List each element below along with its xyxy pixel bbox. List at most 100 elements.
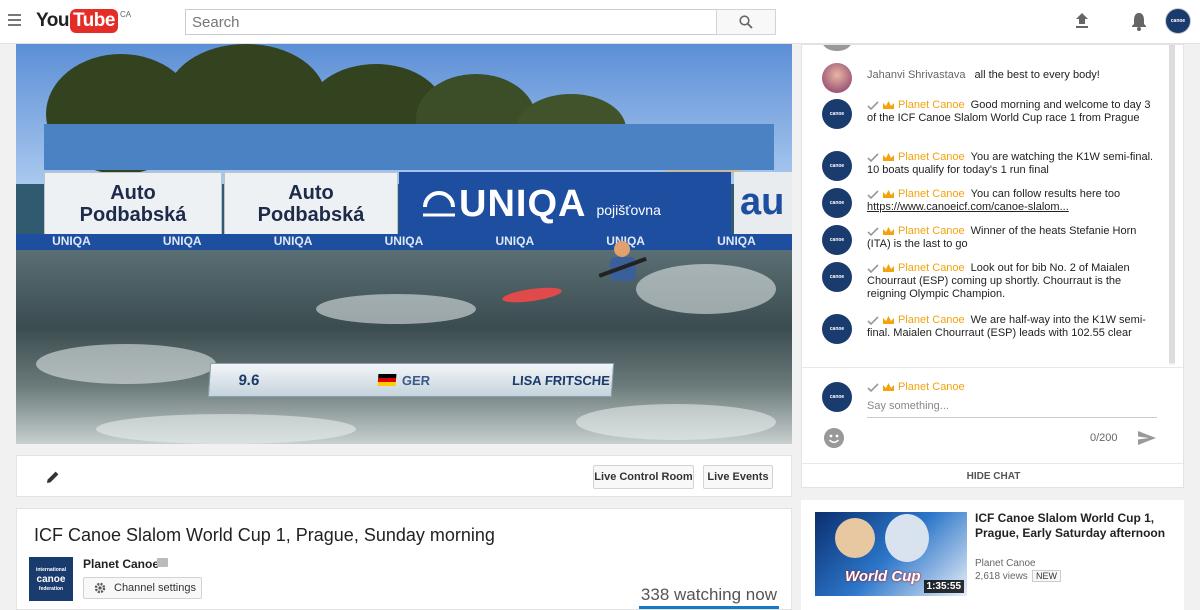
logo-tube-text: Tube xyxy=(69,9,118,33)
chat-scrollbar[interactable] xyxy=(1169,45,1175,365)
strip-text: UNIQA xyxy=(495,234,535,248)
chat-author[interactable]: Planet Canoe xyxy=(898,151,965,163)
gear-icon xyxy=(94,582,106,594)
strip-text: UNIQA xyxy=(717,234,756,248)
search-icon xyxy=(739,15,753,29)
crown-icon xyxy=(883,383,894,392)
channel-name[interactable]: Planet Canoe xyxy=(83,557,159,571)
related-channel[interactable]: Planet Canoe xyxy=(975,558,1036,569)
related-thumbnail[interactable]: World Cup 1:35:55 xyxy=(815,512,967,596)
chat-author[interactable]: Planet Canoe xyxy=(898,188,965,200)
chat-author[interactable]: Planet Canoe xyxy=(898,225,965,237)
emoji-icon[interactable] xyxy=(824,428,844,448)
watching-count: 338 watching now xyxy=(640,585,777,604)
channel-avatar[interactable]: international canoe federation xyxy=(29,557,73,601)
channel-settings-button[interactable]: Channel settings xyxy=(83,577,202,599)
check-icon xyxy=(867,227,879,236)
ad-board-1: Auto Podbabská xyxy=(44,172,222,236)
crown-icon xyxy=(883,101,894,110)
strip-text: UNIQA xyxy=(162,234,202,248)
menu-icon[interactable] xyxy=(8,14,21,26)
overlay-athlete: LISA FRITSCHE xyxy=(511,372,611,388)
crown-icon xyxy=(883,190,894,199)
video-info-card: ICF Canoe Slalom World Cup 1, Prague, Su… xyxy=(16,508,792,610)
search-input[interactable] xyxy=(185,9,717,35)
uniqa-strip: UNIQA UNIQA UNIQA UNIQA UNIQA UNIQA UNIQ… xyxy=(16,234,792,250)
check-icon xyxy=(867,190,879,199)
my-chat-avatar: canoe xyxy=(822,382,852,412)
crown-icon xyxy=(883,316,894,325)
strip-text: UNIQA xyxy=(273,234,313,248)
hide-chat-button[interactable]: HIDE CHAT xyxy=(802,463,1183,487)
race-overlay: 9.6 GER LISA FRITSCHE xyxy=(207,363,615,397)
input-author: Planet Canoe xyxy=(867,381,965,393)
channel-avatar-line: canoe xyxy=(36,573,66,585)
verified-icon xyxy=(157,558,168,567)
chat-author[interactable]: Planet Canoe xyxy=(898,314,965,326)
chat-avatar[interactable]: canoe xyxy=(822,99,852,129)
ad-board-uniqa: UNIQA pojišťovna xyxy=(399,172,731,236)
strip-text: UNIQA xyxy=(384,234,424,248)
check-icon xyxy=(867,101,879,110)
ad-board-2-text: Auto Podbabská xyxy=(257,182,365,226)
overlay-time: 9.6 xyxy=(237,371,261,389)
related-video[interactable]: World Cup 1:35:55 ICF Canoe Slalom World… xyxy=(801,500,1184,610)
youtube-logo[interactable]: You Tube CA xyxy=(36,9,131,33)
watching-underline xyxy=(639,606,779,609)
input-author-name: Planet Canoe xyxy=(898,381,965,393)
strip-text: UNIQA xyxy=(52,234,91,248)
crown-icon xyxy=(883,264,894,273)
account-avatar[interactable]: canoe xyxy=(1165,8,1191,34)
char-count: 0/200 xyxy=(1090,432,1118,444)
pencil-icon[interactable] xyxy=(45,469,61,485)
related-views: 2,618 views xyxy=(975,571,1028,582)
germany-flag-icon xyxy=(377,374,397,386)
ad-board-partial: au xyxy=(734,172,792,236)
check-icon xyxy=(867,383,879,392)
upload-icon[interactable] xyxy=(1074,12,1090,30)
live-events-button[interactable]: Live Events xyxy=(703,465,773,489)
search-button[interactable] xyxy=(716,9,776,35)
live-control-room-button[interactable]: Live Control Room xyxy=(593,465,694,489)
chat-link[interactable]: https://www.canoeicf.com/canoe-slalom... xyxy=(867,201,1069,213)
chat-avatar[interactable] xyxy=(822,63,852,93)
chat-avatar[interactable]: canoe xyxy=(822,151,852,181)
chat-avatar[interactable]: canoe xyxy=(822,188,852,218)
uniqa-word: UNIQA xyxy=(459,182,587,225)
chat-text: You can follow results here too xyxy=(970,188,1121,200)
ad-board-2: Auto Podbabská xyxy=(224,172,398,236)
masthead: You Tube CA canoe xyxy=(0,0,1200,44)
video-player[interactable]: Auto Podbabská Auto Podbabská UNIQA poji… xyxy=(16,44,792,444)
video-duration: 1:35:55 xyxy=(923,580,964,593)
ad-board-partial-text: au xyxy=(740,181,785,223)
check-icon xyxy=(867,153,879,162)
chat-message-list[interactable]: Jahanvi Shrivastava all the best to ever… xyxy=(802,45,1183,365)
send-icon[interactable] xyxy=(1137,430,1157,446)
chat-avatar[interactable]: canoe xyxy=(822,314,852,344)
live-chat-panel: Jahanvi Shrivastava all the best to ever… xyxy=(801,44,1184,488)
notifications-bell-icon[interactable] xyxy=(1130,11,1148,31)
crown-icon xyxy=(883,227,894,236)
logo-country-code: CA xyxy=(119,10,132,19)
uniqa-sub: pojišťovna xyxy=(596,202,661,218)
chat-input[interactable]: Say something... xyxy=(867,400,1157,418)
chat-author[interactable]: Planet Canoe xyxy=(898,262,965,274)
related-title[interactable]: ICF Canoe Slalom World Cup 1, Prague, Ea… xyxy=(975,511,1175,541)
account-avatar-text: canoe xyxy=(1170,18,1186,24)
check-icon xyxy=(867,264,879,273)
channel-avatar-line: federation xyxy=(38,585,64,592)
blue-spectator-banner xyxy=(44,124,774,170)
new-badge: NEW xyxy=(1032,570,1061,582)
video-title: ICF Canoe Slalom World Cup 1, Prague, Su… xyxy=(34,525,495,545)
chat-author[interactable]: Planet Canoe xyxy=(898,99,965,111)
overlay-country: GER xyxy=(401,372,431,388)
uniqa-logo-icon xyxy=(423,191,455,217)
chat-avatar[interactable]: canoe xyxy=(822,262,852,292)
owner-action-bar: Live Control Room Live Events xyxy=(16,455,792,497)
crown-icon xyxy=(883,153,894,162)
chat-avatar[interactable]: canoe xyxy=(822,225,852,255)
chat-author[interactable]: Jahanvi Shrivastava xyxy=(867,69,965,81)
chat-input-area: canoe Planet Canoe Say something... 0/20… xyxy=(802,367,1183,457)
logo-you-text: You xyxy=(36,10,69,31)
chat-scroll-thumb[interactable] xyxy=(1169,45,1175,363)
